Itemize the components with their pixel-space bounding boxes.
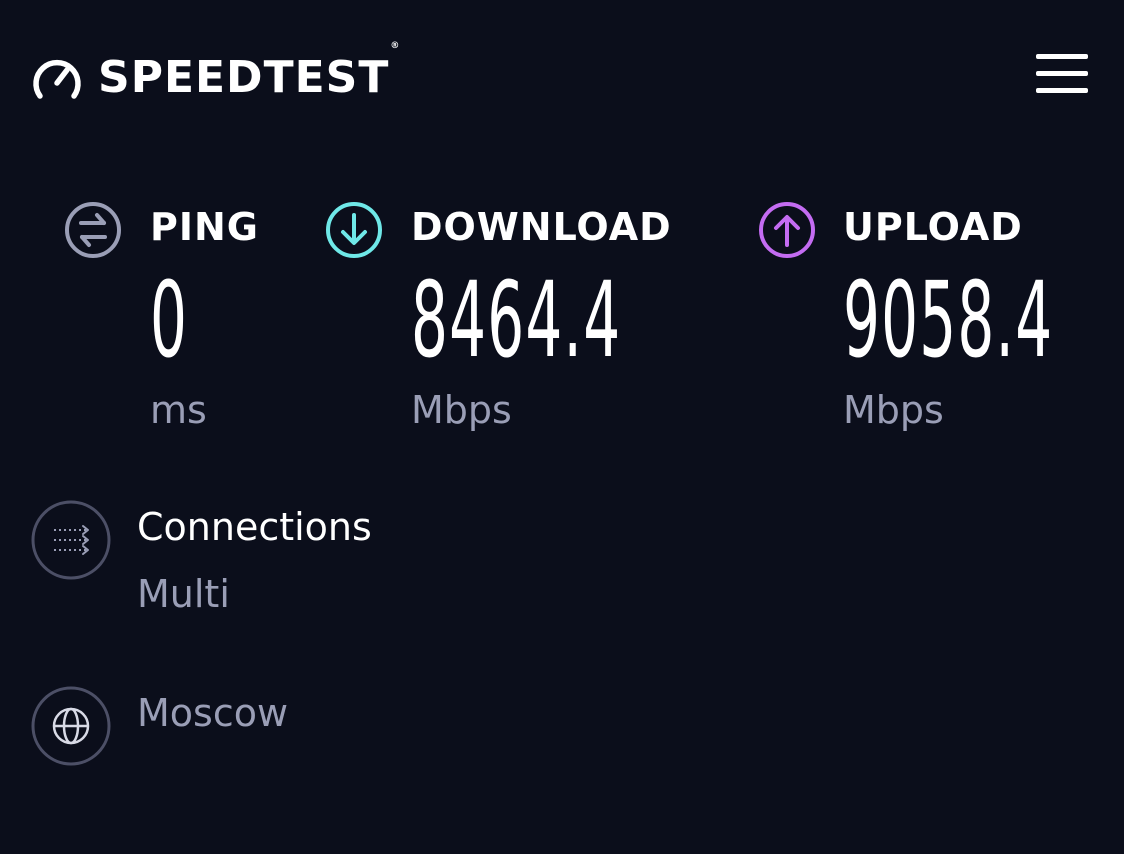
download-label: DOWNLOAD — [411, 205, 672, 249]
registered-mark: ® — [390, 41, 401, 51]
upload-unit: Mbps — [843, 388, 944, 432]
upload-arrow-icon — [759, 202, 815, 258]
ping-arrows-icon — [65, 202, 121, 258]
globe-icon[interactable] — [30, 685, 112, 767]
speedtest-logo[interactable]: SPEEDTEST® — [32, 41, 401, 104]
speedometer-icon — [33, 60, 81, 99]
download-unit: Mbps — [411, 388, 512, 432]
connections-value: Multi — [137, 572, 230, 616]
server-location[interactable]: Moscow — [137, 689, 288, 737]
logo-text: SPEEDTEST® — [98, 41, 401, 103]
ping-value: 0 — [150, 259, 189, 381]
connections-icon[interactable] — [30, 499, 112, 581]
ping-unit: ms — [150, 388, 207, 432]
upload-value: 9058.4 — [843, 259, 1054, 381]
upload-label: UPLOAD — [843, 205, 1023, 249]
download-value: 8464.4 — [411, 259, 622, 381]
menu-button[interactable] — [1030, 50, 1092, 98]
download-arrow-icon — [326, 202, 382, 258]
ping-label: PING — [150, 205, 259, 249]
connections-title: Connections — [137, 505, 372, 549]
